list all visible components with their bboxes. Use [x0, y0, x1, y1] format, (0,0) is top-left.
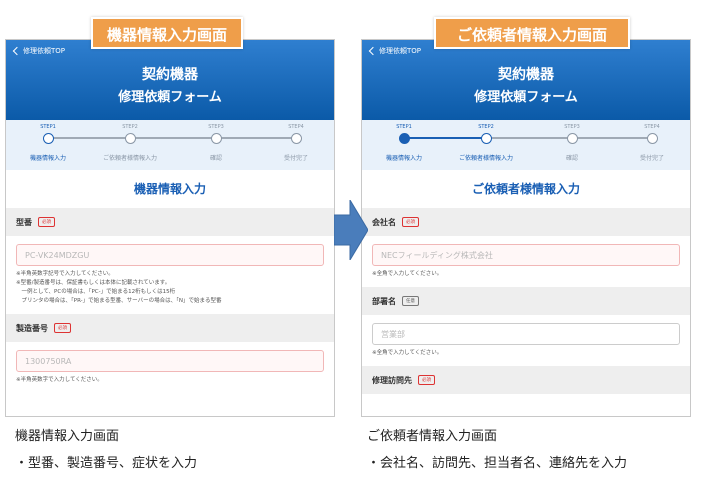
- serial-number-label: 製造番号 必須: [6, 314, 334, 342]
- header-subtitle: 修理依頼フォーム: [474, 90, 578, 105]
- help-text: プリンタの場合は、「PR-」で始まる型番、サーバーの場合は、「N」で始まる型番: [16, 298, 222, 304]
- next-arrow-icon: [334, 200, 368, 260]
- step-label: 受付完了: [639, 155, 664, 162]
- screen1-caption-title: 機器情報入力画面: [15, 429, 120, 444]
- step-label: 機器情報入力: [385, 155, 422, 162]
- step-number: STEP1: [396, 124, 412, 130]
- app-header: 修理依頼TOP 契約機器 修理依頼フォーム: [6, 40, 334, 120]
- step-2: STEP2 ご依頼者様情報入力: [446, 124, 526, 162]
- step-circle-icon: [480, 133, 492, 144]
- progress-stepper: STEP1 機器情報入力 STEP2 ご依頼者様情報入力 STEP3 確認 ST…: [362, 120, 690, 170]
- screen1-caption-sub: ・型番、製造番号、症状を入力: [15, 456, 198, 471]
- help-text: ※半角英数字で入力してください。: [16, 377, 103, 383]
- input-placeholder: 1300750RA: [25, 356, 72, 366]
- section-title: ご依頼者様情報入力: [471, 182, 580, 196]
- help-text: ※半角英数字記号で入力してください。: [16, 271, 114, 277]
- step-label: 機器情報入力: [29, 155, 66, 162]
- step-number: STEP4: [288, 124, 304, 130]
- department-input[interactable]: 営業部: [372, 323, 680, 345]
- field-label: 修理訪問先: [372, 375, 412, 385]
- help-text: ※型番/製造番号は、保証書もしくは本体に記載されています。: [16, 280, 171, 286]
- company-name-label: 会社名 必須: [362, 208, 690, 236]
- section-title: 機器情報入力: [133, 182, 206, 196]
- screen2-caption-sub: ・会社名、訪問先、担当者名、連絡先を入力: [367, 456, 628, 471]
- field-label: 型番: [16, 217, 32, 227]
- step-label: 確認: [209, 155, 222, 162]
- model-number-label: 型番 必須: [6, 208, 334, 236]
- screen2-banner: ご依頼者情報入力画面: [434, 17, 630, 49]
- visit-location-label: 修理訪問先 必須: [362, 366, 690, 394]
- department-help: ※全角で入力してください。: [362, 345, 690, 366]
- serial-number-help: ※半角英数字で入力してください。: [6, 372, 334, 385]
- step-circle-icon: [124, 133, 136, 144]
- help-text: ※全角で入力してください。: [372, 271, 443, 277]
- step-4: STEP4 受付完了: [256, 124, 334, 162]
- step-4: STEP4 受付完了: [612, 124, 690, 162]
- step-1: STEP1 機器情報入力: [364, 124, 444, 162]
- step-number: STEP3: [208, 124, 224, 130]
- step-3: STEP3 確認: [176, 124, 256, 162]
- step-label: ご依頼者様情報入力: [102, 155, 157, 162]
- step-number: STEP4: [644, 124, 660, 130]
- step-label: ご依頼者様情報入力: [458, 155, 513, 162]
- field-label: 製造番号: [16, 323, 48, 333]
- step-circle-icon: [646, 133, 658, 144]
- help-text: ※全角で入力してください。: [372, 350, 443, 356]
- step-number: STEP2: [122, 124, 138, 130]
- step-circle-icon: [566, 133, 578, 144]
- required-badge: 必須: [418, 375, 435, 385]
- optional-badge: 任意: [402, 296, 419, 306]
- input-placeholder: PC-VK24MDZGU: [25, 250, 90, 260]
- company-name-input[interactable]: NECフィールディング株式会社: [372, 244, 680, 266]
- step-number: STEP2: [478, 124, 494, 130]
- help-text: 一例として、PCの場合は、「PC-」で始まる12桁もしくは15桁: [16, 289, 176, 295]
- app-header: 修理依頼TOP 契約機器 修理依頼フォーム: [362, 40, 690, 120]
- step-circle-icon: [42, 133, 54, 144]
- screen2-caption-title: ご依頼者情報入力画面: [367, 429, 498, 444]
- progress-stepper: STEP1 機器情報入力 STEP2 ご依頼者様情報入力 STEP3 確認 ST…: [6, 120, 334, 170]
- screen1-banner: 機器情報入力画面: [91, 17, 243, 49]
- chevron-left-icon: [368, 46, 378, 56]
- serial-number-input[interactable]: 1300750RA: [16, 350, 324, 372]
- device-info-screen: 修理依頼TOP 契約機器 修理依頼フォーム STEP1 機器情報入力 STEP2…: [5, 39, 335, 417]
- step-circle-icon: [398, 133, 410, 144]
- step-circle-icon: [290, 133, 302, 144]
- step-circle-icon: [210, 133, 222, 144]
- header-subtitle: 修理依頼フォーム: [118, 90, 222, 105]
- input-placeholder: 営業部: [381, 329, 405, 339]
- step-2: STEP2 ご依頼者様情報入力: [90, 124, 170, 162]
- required-badge: 必須: [38, 217, 55, 227]
- chevron-left-icon: [12, 46, 22, 56]
- step-number: STEP3: [564, 124, 580, 130]
- step-label: 受付完了: [283, 155, 308, 162]
- required-badge: 必須: [402, 217, 419, 227]
- field-label: 部署名: [372, 296, 396, 306]
- back-link-label: 修理依頼TOP: [379, 47, 422, 55]
- step-label: 確認: [565, 155, 578, 162]
- field-label: 会社名: [372, 217, 396, 227]
- requester-info-screen: 修理依頼TOP 契約機器 修理依頼フォーム STEP1 機器情報入力 STEP2…: [361, 39, 691, 417]
- header-title: 契約機器: [142, 67, 198, 83]
- company-name-help: ※全角で入力してください。: [362, 266, 690, 287]
- required-badge: 必須: [54, 323, 71, 333]
- back-link[interactable]: 修理依頼TOP: [368, 46, 421, 56]
- step-1: STEP1 機器情報入力: [8, 124, 88, 162]
- department-label: 部署名 任意: [362, 287, 690, 315]
- header-title: 契約機器: [498, 67, 554, 83]
- model-number-input[interactable]: PC-VK24MDZGU: [16, 244, 324, 266]
- step-3: STEP3 確認: [532, 124, 612, 162]
- back-link-label: 修理依頼TOP: [23, 47, 66, 55]
- input-placeholder: NECフィールディング株式会社: [381, 250, 493, 260]
- model-number-help: ※半角英数字記号で入力してください。 ※型番/製造番号は、保証書もしくは本体に記…: [6, 266, 334, 314]
- step-number: STEP1: [40, 124, 56, 130]
- back-link[interactable]: 修理依頼TOP: [12, 46, 65, 56]
